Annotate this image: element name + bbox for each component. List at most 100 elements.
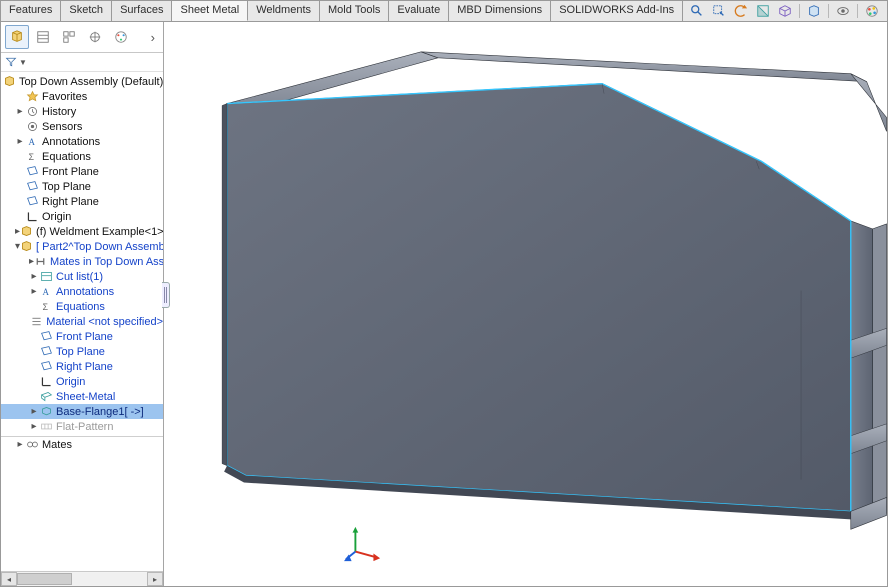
tab-addins[interactable]: SOLIDWORKS Add-Ins bbox=[551, 1, 683, 21]
tab-mold-tools[interactable]: Mold Tools bbox=[320, 1, 389, 21]
sigma-icon: Σ bbox=[25, 150, 39, 164]
scroll-left-button[interactable]: ◂ bbox=[1, 572, 17, 586]
tree-label: Top Down Assembly (Default) <Display S bbox=[19, 76, 163, 88]
display-style-icon[interactable] bbox=[806, 3, 822, 19]
tree-label: [ Part2^Top Down Assembly ]<1> -: bbox=[36, 241, 163, 253]
tree-label: Origin bbox=[42, 211, 71, 223]
sheet-metal-icon bbox=[39, 390, 53, 404]
horizontal-scrollbar[interactable]: ◂ ▸ bbox=[1, 571, 163, 586]
scroll-thumb[interactable] bbox=[17, 573, 72, 585]
top-plane-node[interactable]: Top Plane bbox=[1, 179, 163, 194]
expand-manager-pane[interactable]: › bbox=[147, 30, 159, 45]
tree-label: Right Plane bbox=[42, 196, 99, 208]
property-manager-tab[interactable] bbox=[31, 25, 55, 49]
flyout-tree-handle[interactable] bbox=[162, 282, 170, 308]
equations2-node[interactable]: ΣEquations bbox=[1, 299, 163, 314]
feature-tree[interactable]: Top Down Assembly (Default) <Display S F… bbox=[1, 72, 163, 571]
front-plane-node[interactable]: Front Plane bbox=[1, 164, 163, 179]
toolbar-sep bbox=[828, 4, 829, 18]
part2-node[interactable]: ▾[ Part2^Top Down Assembly ]<1> -: bbox=[1, 239, 163, 254]
feature-manager-tab[interactable] bbox=[5, 25, 29, 49]
expander-icon[interactable]: ▸ bbox=[15, 440, 25, 450]
history-node[interactable]: ▸History bbox=[1, 104, 163, 119]
right-plane2-node[interactable]: Right Plane bbox=[1, 359, 163, 374]
feature-manager-panel: › ▼ Top Down Assembly (Default) <Display… bbox=[1, 22, 164, 586]
material-icon bbox=[30, 315, 43, 329]
tree-label: Right Plane bbox=[56, 361, 113, 373]
mates-node[interactable]: ▸Mates bbox=[1, 437, 163, 452]
origin2-node[interactable]: Origin bbox=[1, 374, 163, 389]
plane-icon bbox=[39, 345, 53, 359]
expander-icon[interactable]: ▸ bbox=[15, 137, 25, 147]
heads-up-view-toolbar bbox=[683, 1, 888, 21]
plane-icon bbox=[25, 195, 39, 209]
favorites-node[interactable]: Favorites bbox=[1, 89, 163, 104]
tab-label: SOLIDWORKS Add-Ins bbox=[559, 4, 674, 16]
tab-label: Mold Tools bbox=[328, 4, 380, 16]
annotations-icon: A bbox=[25, 135, 39, 149]
tree-label: Front Plane bbox=[56, 331, 113, 343]
tree-root[interactable]: Top Down Assembly (Default) <Display S bbox=[1, 74, 163, 89]
cut-list-node[interactable]: ▸Cut list(1) bbox=[1, 269, 163, 284]
top-plane2-node[interactable]: Top Plane bbox=[1, 344, 163, 359]
tab-label: MBD Dimensions bbox=[457, 4, 542, 16]
graphics-viewport[interactable] bbox=[164, 22, 887, 586]
previous-view-icon[interactable] bbox=[733, 3, 749, 19]
scroll-right-button[interactable]: ▸ bbox=[147, 572, 163, 586]
tree-label: Mates in Top Down Assembly bbox=[50, 256, 163, 268]
filter-row[interactable]: ▼ bbox=[1, 53, 163, 72]
annotations2-node[interactable]: ▸AAnnotations bbox=[1, 284, 163, 299]
expander-icon[interactable]: ▸ bbox=[29, 422, 39, 432]
view-orientation-icon[interactable] bbox=[777, 3, 793, 19]
mates-in-node[interactable]: ▸Mates in Top Down Assembly bbox=[1, 254, 163, 269]
hide-show-icon[interactable] bbox=[835, 3, 851, 19]
tab-mbd[interactable]: MBD Dimensions bbox=[449, 1, 551, 21]
zoom-to-area-icon[interactable] bbox=[711, 3, 727, 19]
section-view-icon[interactable] bbox=[755, 3, 771, 19]
front-plane2-node[interactable]: Front Plane bbox=[1, 329, 163, 344]
base-flange-node[interactable]: ▸Base-Flange1[ ->] bbox=[1, 404, 163, 419]
tree-label: Equations bbox=[42, 151, 91, 163]
model-render bbox=[164, 22, 887, 586]
reference-triad[interactable] bbox=[344, 525, 382, 566]
scroll-track[interactable] bbox=[17, 573, 147, 585]
mates-folder-icon bbox=[34, 255, 47, 269]
virtual-part-icon bbox=[20, 240, 33, 254]
expander-icon[interactable]: ▸ bbox=[29, 272, 39, 282]
tree-label: Origin bbox=[56, 376, 85, 388]
main-body: › ▼ Top Down Assembly (Default) <Display… bbox=[1, 22, 887, 586]
material-node[interactable]: Material <not specified> bbox=[1, 314, 163, 329]
tab-sheet-metal[interactable]: Sheet Metal bbox=[172, 1, 248, 21]
svg-text:A: A bbox=[42, 287, 49, 297]
tab-sketch[interactable]: Sketch bbox=[61, 1, 112, 21]
edit-appearance-icon[interactable] bbox=[864, 3, 880, 19]
tab-features[interactable]: Features bbox=[1, 1, 61, 21]
sheet-metal-feature-node[interactable]: Sheet-Metal bbox=[1, 389, 163, 404]
svg-text:Σ: Σ bbox=[28, 152, 34, 162]
plane-icon bbox=[39, 330, 53, 344]
dimxpert-manager-tab[interactable] bbox=[83, 25, 107, 49]
expander-icon[interactable]: ▸ bbox=[15, 107, 25, 117]
flat-pattern-node[interactable]: ▸Flat-Pattern bbox=[1, 419, 163, 434]
origin-icon bbox=[25, 210, 39, 224]
history-icon bbox=[25, 105, 39, 119]
tree-label: Sensors bbox=[42, 121, 82, 133]
expander-icon[interactable]: ▸ bbox=[29, 407, 39, 417]
weldment-example-node[interactable]: ▸(f) Weldment Example<1> (Default< bbox=[1, 224, 163, 239]
expander-icon[interactable]: ▸ bbox=[29, 287, 39, 297]
base-flange-icon bbox=[39, 405, 53, 419]
plane-icon bbox=[39, 360, 53, 374]
tab-surfaces[interactable]: Surfaces bbox=[112, 1, 172, 21]
right-plane-node[interactable]: Right Plane bbox=[1, 194, 163, 209]
annotations-node[interactable]: ▸AAnnotations bbox=[1, 134, 163, 149]
tab-weldments[interactable]: Weldments bbox=[248, 1, 320, 21]
part-icon bbox=[20, 225, 33, 239]
configuration-manager-tab[interactable] bbox=[57, 25, 81, 49]
equations-node[interactable]: Σ Equations bbox=[1, 149, 163, 164]
origin-node[interactable]: Origin bbox=[1, 209, 163, 224]
annotations-icon: A bbox=[39, 285, 53, 299]
zoom-to-fit-icon[interactable] bbox=[689, 3, 705, 19]
tab-evaluate[interactable]: Evaluate bbox=[389, 1, 449, 21]
sensors-node[interactable]: Sensors bbox=[1, 119, 163, 134]
display-manager-tab[interactable] bbox=[109, 25, 133, 49]
